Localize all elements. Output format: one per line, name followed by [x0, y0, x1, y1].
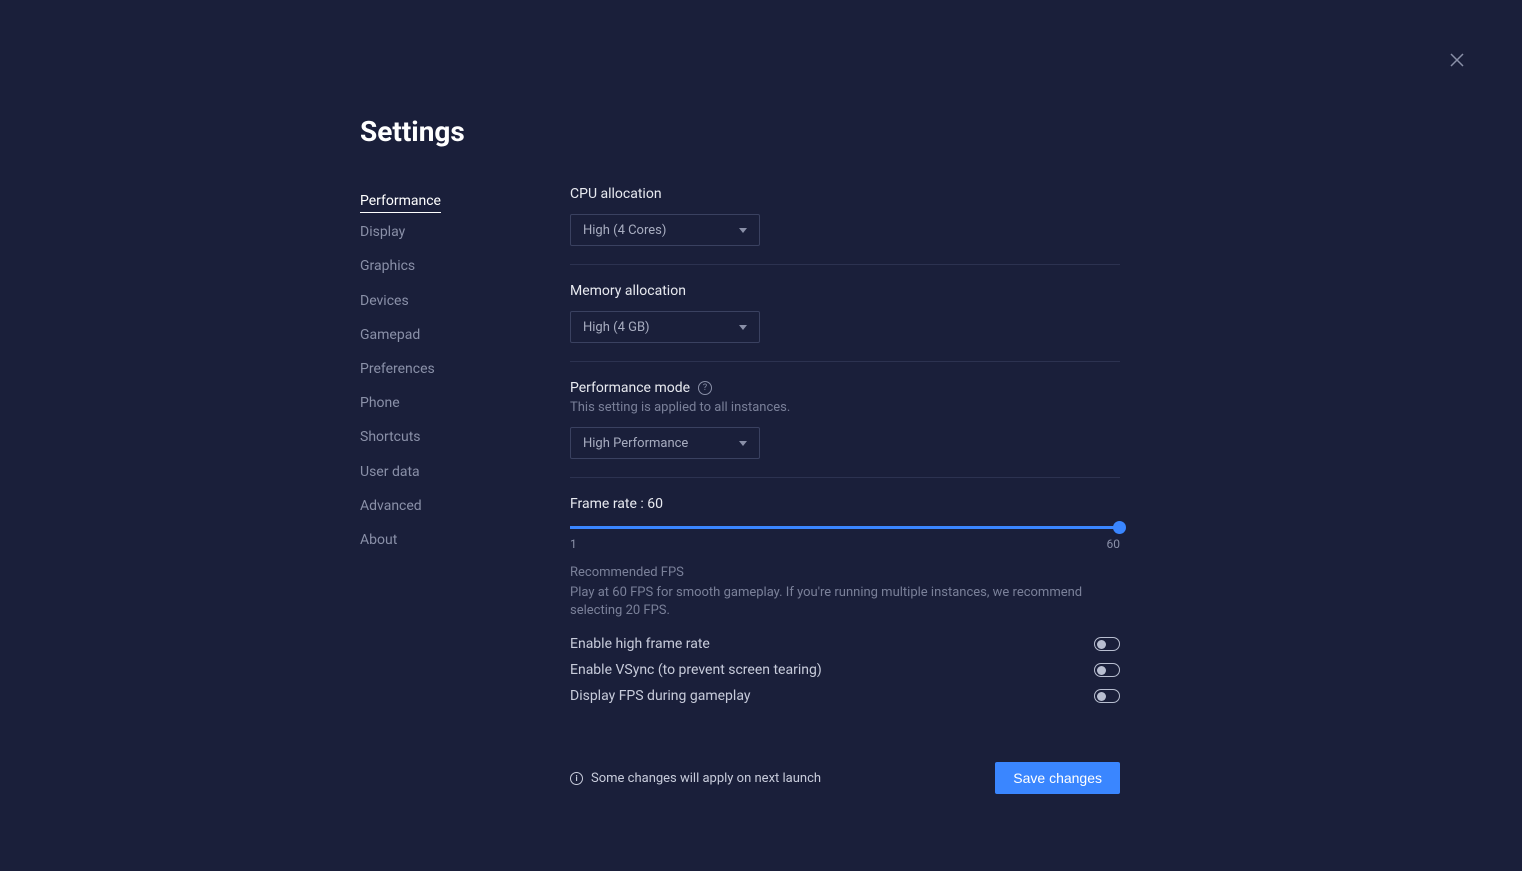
toggle-row-display-fps: Display FPS during gameplay — [570, 688, 1120, 704]
memory-section: Memory allocation High (4 GB) — [570, 283, 1120, 362]
sidebar-item-phone[interactable]: Phone — [360, 388, 400, 418]
close-button[interactable] — [1447, 50, 1467, 70]
footer-note-text: Some changes will apply on next launch — [591, 771, 821, 786]
perfmode-select-value: High Performance — [583, 436, 688, 451]
sidebar-item-about[interactable]: About — [360, 525, 397, 555]
framerate-max: 60 — [1107, 537, 1121, 551]
toggle-label-high-frame: Enable high frame rate — [570, 636, 710, 652]
framerate-min: 1 — [570, 537, 577, 551]
info-icon: i — [570, 772, 583, 785]
recommended-fps-title: Recommended FPS — [570, 565, 1120, 580]
sidebar-item-devices[interactable]: Devices — [360, 286, 409, 316]
memory-select-value: High (4 GB) — [583, 320, 650, 335]
sidebar-item-graphics[interactable]: Graphics — [360, 251, 415, 281]
memory-select[interactable]: High (4 GB) — [570, 311, 760, 343]
toggle-knob — [1097, 666, 1106, 675]
toggle-row-vsync: Enable VSync (to prevent screen tearing) — [570, 662, 1120, 678]
framerate-slider[interactable] — [570, 526, 1120, 529]
toggle-knob — [1097, 692, 1106, 701]
toggle-knob — [1097, 640, 1106, 649]
cpu-section: CPU allocation High (4 Cores) — [570, 186, 1120, 265]
footer-note: i Some changes will apply on next launch — [570, 771, 821, 786]
framerate-section: Frame rate : 60 1 60 Recommended FPS Pla… — [570, 496, 1120, 732]
footer: i Some changes will apply on next launch… — [570, 762, 1120, 794]
sidebar-item-performance[interactable]: Performance — [360, 186, 441, 213]
cpu-label: CPU allocation — [570, 186, 1120, 202]
sidebar-item-userdata[interactable]: User data — [360, 457, 420, 487]
toggle-label-vsync: Enable VSync (to prevent screen tearing) — [570, 662, 822, 678]
chevron-down-icon — [739, 441, 747, 446]
main-panel: CPU allocation High (4 Cores) Memory all… — [570, 186, 1120, 794]
chevron-down-icon — [739, 325, 747, 330]
perfmode-sublabel: This setting is applied to all instances… — [570, 400, 1120, 415]
help-icon[interactable]: ? — [698, 381, 712, 395]
toggle-high-frame[interactable] — [1094, 637, 1120, 651]
toggle-vsync[interactable] — [1094, 663, 1120, 677]
sidebar-item-display[interactable]: Display — [360, 217, 405, 247]
sidebar-item-gamepad[interactable]: Gamepad — [360, 320, 420, 350]
framerate-slider-thumb[interactable] — [1113, 521, 1126, 534]
perfmode-label-text: Performance mode — [570, 380, 690, 396]
toggle-label-display-fps: Display FPS during gameplay — [570, 688, 750, 704]
page-title: Settings — [360, 115, 1120, 148]
toggle-row-high-frame: Enable high frame rate — [570, 636, 1120, 652]
chevron-down-icon — [739, 228, 747, 233]
sidebar-item-shortcuts[interactable]: Shortcuts — [360, 422, 421, 452]
recommended-fps-body: Play at 60 FPS for smooth gameplay. If y… — [570, 584, 1120, 620]
perfmode-section: Performance mode ? This setting is appli… — [570, 380, 1120, 478]
sidebar-item-preferences[interactable]: Preferences — [360, 354, 435, 384]
toggle-display-fps[interactable] — [1094, 689, 1120, 703]
sidebar-item-advanced[interactable]: Advanced — [360, 491, 422, 521]
save-button[interactable]: Save changes — [995, 762, 1120, 794]
perfmode-select[interactable]: High Performance — [570, 427, 760, 459]
perfmode-label: Performance mode ? — [570, 380, 1120, 396]
framerate-label: Frame rate : 60 — [570, 496, 1120, 512]
memory-label: Memory allocation — [570, 283, 1120, 299]
cpu-select[interactable]: High (4 Cores) — [570, 214, 760, 246]
sidebar: Performance Display Graphics Devices Gam… — [360, 186, 490, 794]
cpu-select-value: High (4 Cores) — [583, 223, 666, 238]
close-icon — [1447, 50, 1467, 70]
